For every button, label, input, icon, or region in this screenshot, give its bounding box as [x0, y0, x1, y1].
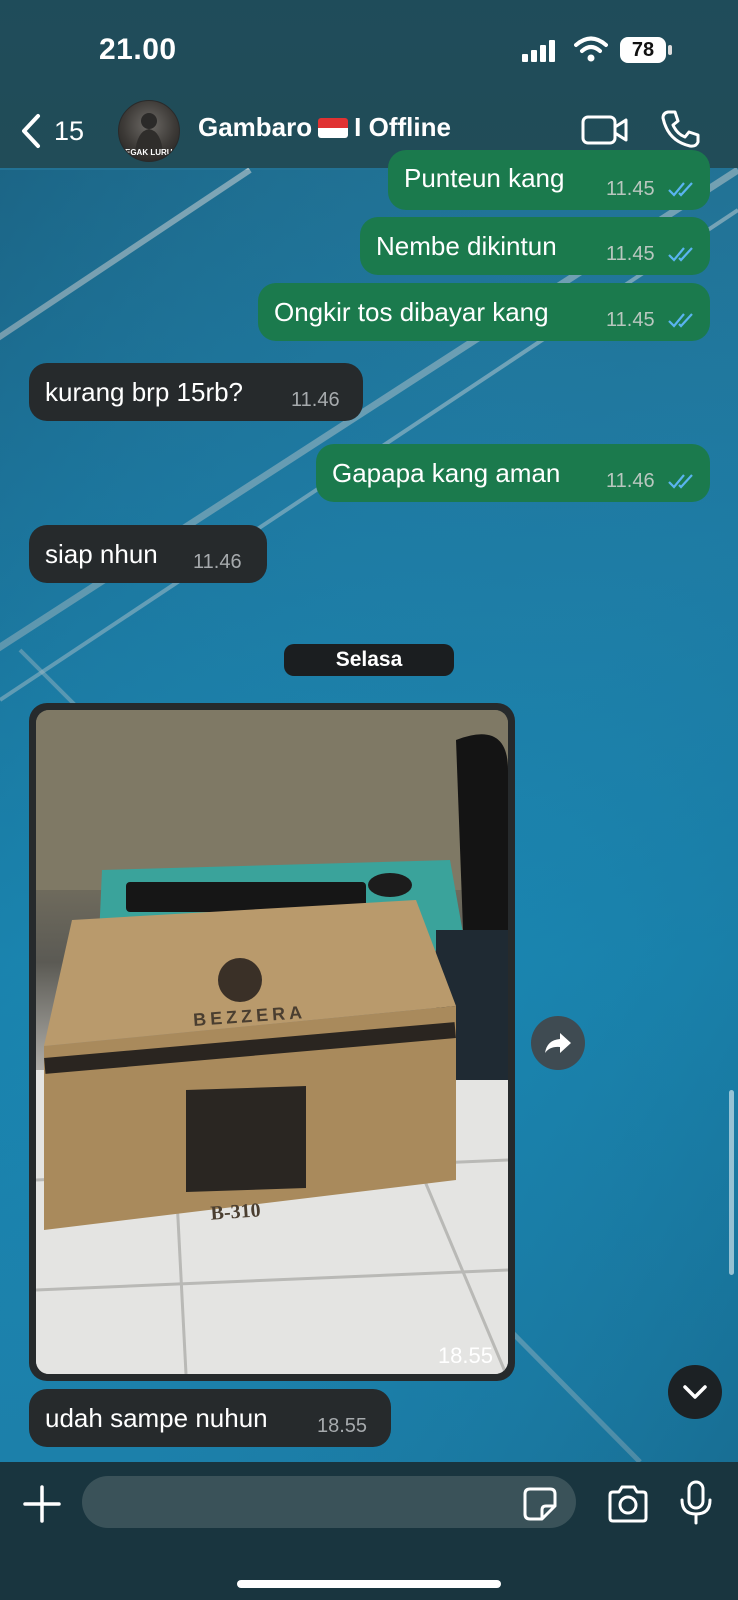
scrollbar[interactable]	[729, 1090, 734, 1275]
chevron-down-icon	[683, 1385, 707, 1399]
box-model-text: B-310	[210, 1199, 261, 1224]
battery-tip	[668, 45, 672, 55]
video-call-button[interactable]	[580, 110, 630, 150]
message-bubble[interactable]: Gapapa kang aman 11.46	[316, 444, 710, 502]
voice-call-button[interactable]	[660, 108, 700, 150]
message-bubble[interactable]: udah sampe nuhun 18.55	[29, 1389, 391, 1447]
plus-icon	[23, 1485, 61, 1523]
camera-button[interactable]	[606, 1484, 650, 1524]
battery-icon: 78	[620, 37, 666, 63]
avatar-caption: TEGAK LURUS	[120, 148, 178, 157]
contact-avatar[interactable]: TEGAK LURUS	[118, 100, 180, 162]
photo-content: BEZZERA B-310	[36, 710, 508, 1374]
forward-arrow-icon	[545, 1033, 571, 1053]
message-bubble[interactable]: Ongkir tos dibayar kang 11.45	[258, 283, 710, 341]
read-ticks-icon	[668, 474, 693, 489]
message-time: 11.46	[291, 389, 340, 411]
contact-status: I Offline	[354, 112, 451, 142]
message-text: kurang brp 15rb?	[45, 376, 244, 407]
scroll-to-bottom-button[interactable]	[668, 1365, 722, 1419]
message-text: Gapapa kang aman	[332, 457, 561, 488]
message-text: siap nhun	[45, 538, 158, 569]
message-time: 18.55	[437, 1343, 493, 1368]
forward-button[interactable]	[531, 1016, 585, 1070]
contact-name: Gambaro	[198, 112, 313, 142]
attach-button[interactable]	[20, 1482, 64, 1526]
read-ticks-icon	[668, 182, 693, 197]
date-separator: Selasa	[284, 644, 454, 676]
read-ticks-icon	[668, 247, 693, 262]
unread-count: 15	[54, 115, 85, 146]
microphone-icon	[680, 1480, 712, 1525]
message-time: 11.45	[606, 243, 655, 265]
message-time: 11.45	[606, 178, 655, 200]
message-time: 11.46	[193, 551, 242, 573]
message-bubble[interactable]: Nembe dikintun 11.45	[360, 217, 710, 275]
message-text: Punteun kang	[404, 162, 565, 193]
chevron-left-icon	[22, 114, 40, 148]
message-time: 11.45	[606, 309, 655, 331]
indonesia-flag-icon	[318, 117, 349, 138]
message-time: 11.46	[606, 470, 655, 492]
sticker-icon	[523, 1487, 557, 1521]
message-bubble[interactable]: kurang brp 15rb? 11.46	[29, 363, 363, 421]
message-time: 18.55	[317, 1415, 368, 1437]
contact-title[interactable]: Gambaro I Offline	[198, 112, 451, 143]
message-bubble[interactable]: siap nhun 11.46	[29, 525, 267, 583]
back-button[interactable]: 15	[18, 108, 98, 154]
message-text: Ongkir tos dibayar kang	[274, 296, 549, 327]
battery-level: 78	[631, 38, 655, 61]
message-text: udah sampe nuhun	[45, 1402, 268, 1433]
read-ticks-icon	[668, 313, 693, 328]
home-indicator[interactable]	[237, 1580, 501, 1588]
camera-icon	[608, 1485, 648, 1523]
microphone-button[interactable]	[678, 1480, 714, 1526]
signal-icon	[522, 40, 555, 62]
status-time: 21.00	[99, 33, 177, 66]
video-camera-icon	[581, 115, 628, 145]
composer-bar	[0, 1462, 738, 1600]
message-bubble[interactable]: Punteun kang 11.45	[388, 150, 710, 210]
photo-image[interactable]: BEZZERA B-310	[36, 710, 508, 1374]
wifi-icon	[574, 36, 608, 62]
photo-message[interactable]: BEZZERA B-310 18.55	[29, 703, 515, 1381]
status-bar: 21.00 78	[0, 0, 738, 92]
phone-icon	[661, 110, 700, 148]
sticker-button[interactable]	[522, 1486, 558, 1522]
message-input[interactable]	[82, 1476, 576, 1528]
message-text: Nembe dikintun	[376, 230, 557, 261]
